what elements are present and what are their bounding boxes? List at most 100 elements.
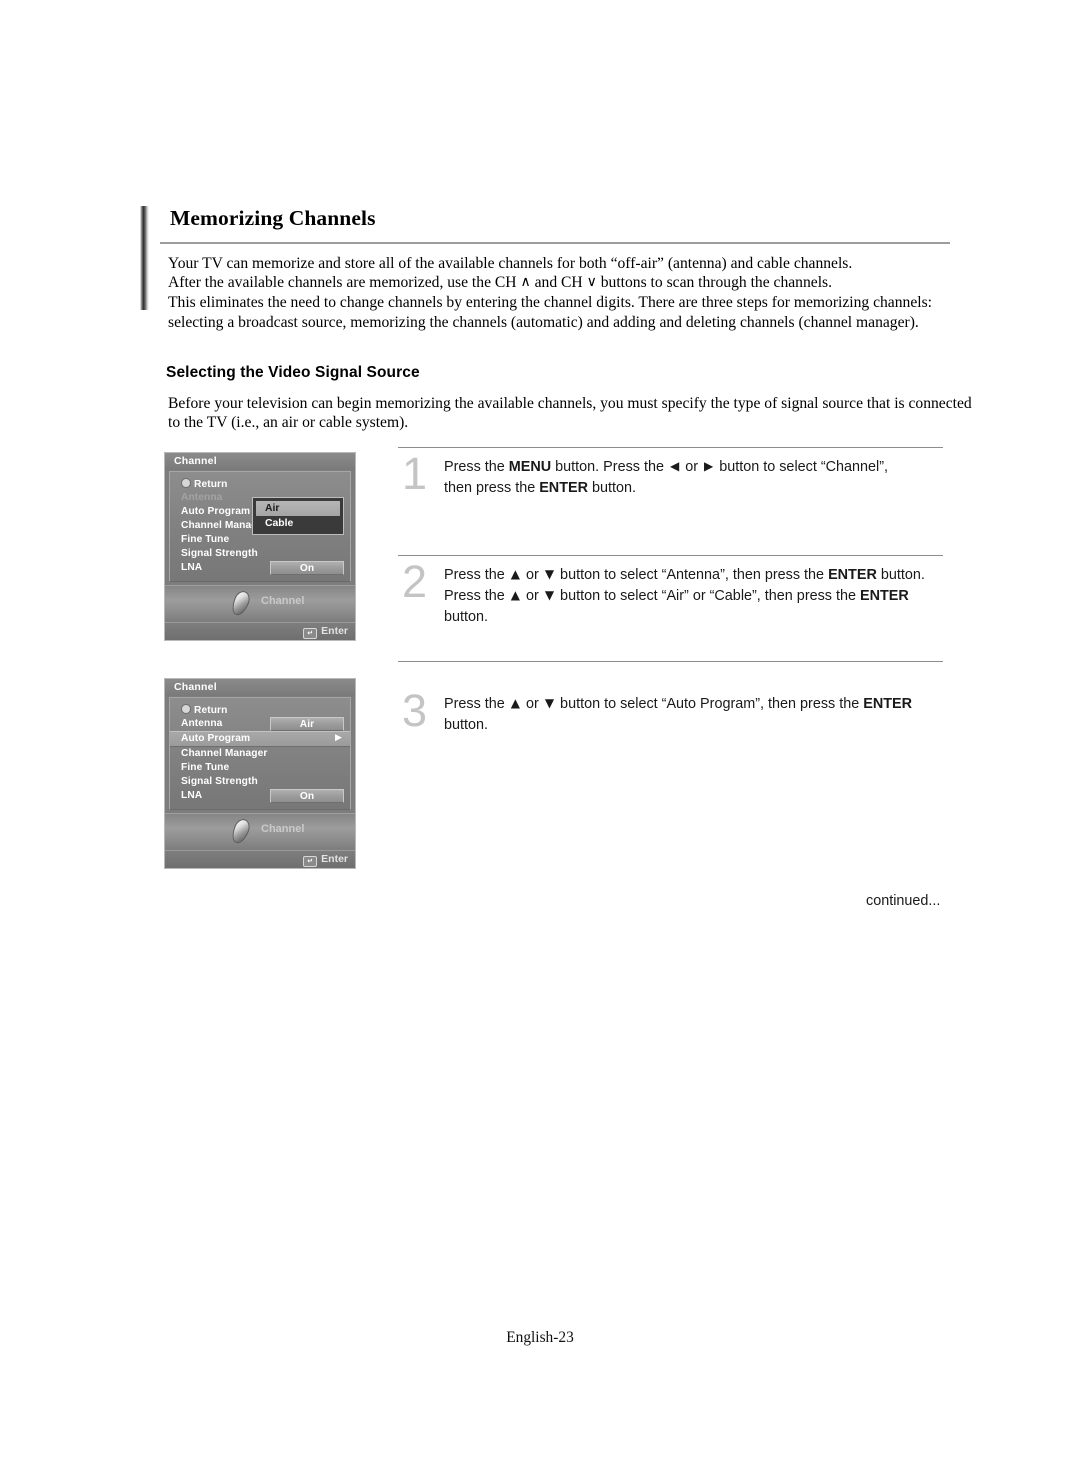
text-run: button to select “Auto Program”, then pr…: [556, 696, 864, 712]
step-text-line: Press the ▲ or ▼ button to select “Anten…: [444, 565, 944, 586]
title-accent-bar: [140, 206, 149, 310]
section-line: to the TV (i.e., an air or cable system)…: [168, 414, 409, 432]
text-run: button.: [876, 567, 925, 583]
antenna-source-popup: Air Cable: [252, 497, 344, 535]
osd-row-label: Signal Strength: [181, 548, 258, 559]
osd-row-label: LNA: [181, 562, 203, 573]
step-text-line: Press the ▲ or ▼ button to select “Air” …: [444, 586, 944, 607]
text-run: or: [522, 567, 543, 583]
osd-row-value[interactable]: On: [270, 561, 344, 575]
step-number: 2: [402, 556, 428, 607]
intro-line: selecting a broadcast source, memorizing…: [168, 313, 919, 331]
direction-arrow-icon: ▼: [544, 696, 555, 710]
osd-enter-label: ↵ Enter: [303, 852, 348, 867]
osd-row-fine-tune[interactable]: Fine Tune: [170, 761, 350, 775]
text-run: button. Press the: [551, 459, 668, 475]
text-run: Press the: [444, 567, 509, 583]
osd-row-label: Fine Tune: [181, 534, 230, 545]
text-run: Press the: [444, 459, 509, 475]
text-run: or: [522, 588, 543, 604]
osd-footer-label: Channel: [261, 823, 305, 835]
text-run: Press the: [444, 588, 509, 604]
intro-paragraph: Your TV can memorize and store all of th…: [168, 254, 958, 332]
button-name: ENTER: [863, 696, 913, 712]
text-run: or: [681, 459, 702, 475]
direction-arrow-icon: ▲: [510, 696, 521, 710]
text-run: button.: [587, 480, 636, 496]
osd-row-label: Signal Strength: [181, 776, 258, 787]
step-number: 3: [402, 685, 428, 736]
text-run: button.: [444, 717, 489, 733]
direction-arrow-icon: ◀: [669, 459, 680, 473]
step-text-line: Press the ▲ or ▼ button to select “Auto …: [444, 694, 944, 715]
osd-row-fine-tune[interactable]: Fine Tune: [170, 533, 350, 547]
text-run: then press the: [444, 480, 540, 496]
step-text: Press the ▲ or ▼ button to select “Auto …: [444, 694, 944, 736]
osd-row-value[interactable]: Air: [270, 717, 344, 731]
osd-row-label: Channel Manager: [181, 748, 268, 759]
button-name: ENTER: [539, 480, 588, 496]
osd-row-lna[interactable]: LNA On: [170, 561, 350, 575]
osd-row-label: Auto Program: [181, 506, 251, 517]
osd-row-label: LNA: [181, 790, 203, 801]
osd-footer: Channel: [165, 585, 355, 622]
osd-row-label: Return: [194, 479, 228, 490]
return-icon: [181, 704, 191, 714]
osd-footer: Channel: [165, 813, 355, 850]
osd-row-signal-strength[interactable]: Signal Strength: [170, 775, 350, 789]
osd-body: Return Antenna Air Auto Program ▶ Channel Man…: [169, 697, 351, 810]
osd-row-lna[interactable]: LNA On: [170, 789, 350, 803]
intro-line: This eliminates the need to change chann…: [168, 294, 932, 312]
ch-arrow-icon: ∨: [586, 274, 597, 291]
step-number: 1: [402, 448, 428, 499]
step-text-line: Press the MENU button. Press the ◀ or ▶ …: [444, 457, 944, 478]
osd-row-signal-strength[interactable]: Signal Strength: [170, 547, 350, 561]
button-name: ENTER: [828, 567, 877, 583]
direction-arrow-icon: ▲: [510, 567, 521, 581]
ch-arrow-icon: ∧: [520, 274, 531, 291]
direction-arrow-icon: ▶: [704, 459, 714, 473]
tv-osd-menu-2: Channel Return Antenna Air Auto Program ▶ Chan…: [164, 678, 356, 869]
osd-row-label: Fine Tune: [181, 762, 230, 773]
osd-row-channel-manager[interactable]: Channel Manager: [170, 747, 350, 761]
popup-item-cable[interactable]: Cable: [256, 516, 340, 531]
step-divider: [398, 447, 943, 448]
section-paragraph: Before your television can begin memoriz…: [168, 394, 972, 432]
direction-arrow-icon: ▲: [510, 588, 521, 602]
step-text-line: button.: [444, 607, 944, 628]
text-run: or: [522, 696, 543, 712]
osd-enter-label: ↵ Enter: [303, 624, 348, 639]
document-page: Memorizing Channels Your TV can memorize…: [0, 0, 1080, 1478]
section-heading: Selecting the Video Signal Source: [166, 364, 420, 381]
tv-osd-menu-1: Channel Return Antenna Auto Program Channel …: [164, 452, 356, 641]
step-divider: [398, 661, 943, 662]
enter-text: Enter: [321, 625, 348, 637]
osd-row-label: Antenna: [181, 718, 223, 729]
step-text: Press the ▲ or ▼ button to select “Anten…: [444, 565, 944, 628]
osd-enter-bar: ↵ Enter: [165, 622, 355, 640]
osd-row-auto-program[interactable]: Auto Program ▶: [170, 731, 350, 747]
intro-line: Your TV can memorize and store all of th…: [168, 255, 853, 272]
osd-body: Return Antenna Auto Program Channel Manager…: [169, 471, 351, 582]
osd-row-label: Antenna: [181, 492, 223, 503]
intro-line: After the available channels are memoriz…: [168, 274, 832, 292]
page-title: Memorizing Channels: [170, 206, 376, 230]
remote-control-body: [229, 588, 253, 618]
osd-enter-bar: ↵ Enter: [165, 850, 355, 868]
osd-row-return[interactable]: Return: [170, 703, 350, 717]
osd-footer-label: Channel: [261, 595, 305, 607]
osd-row-label: Return: [194, 705, 228, 716]
enter-text: Enter: [321, 853, 348, 865]
remote-control-icon: [229, 588, 255, 619]
button-name: ENTER: [860, 588, 909, 604]
title-divider: [160, 242, 950, 244]
text-run: button.: [444, 609, 489, 625]
direction-arrow-icon: ▼: [544, 588, 555, 602]
section-line: Before your television can begin memoriz…: [168, 395, 972, 412]
continued-label: continued...: [866, 893, 941, 909]
osd-row-value[interactable]: On: [270, 789, 344, 803]
popup-item-air[interactable]: Air: [256, 501, 340, 516]
osd-row-antenna[interactable]: Antenna Air: [170, 717, 350, 731]
submenu-arrow-icon: ▶: [334, 733, 342, 743]
osd-row-return[interactable]: Return: [170, 477, 350, 491]
